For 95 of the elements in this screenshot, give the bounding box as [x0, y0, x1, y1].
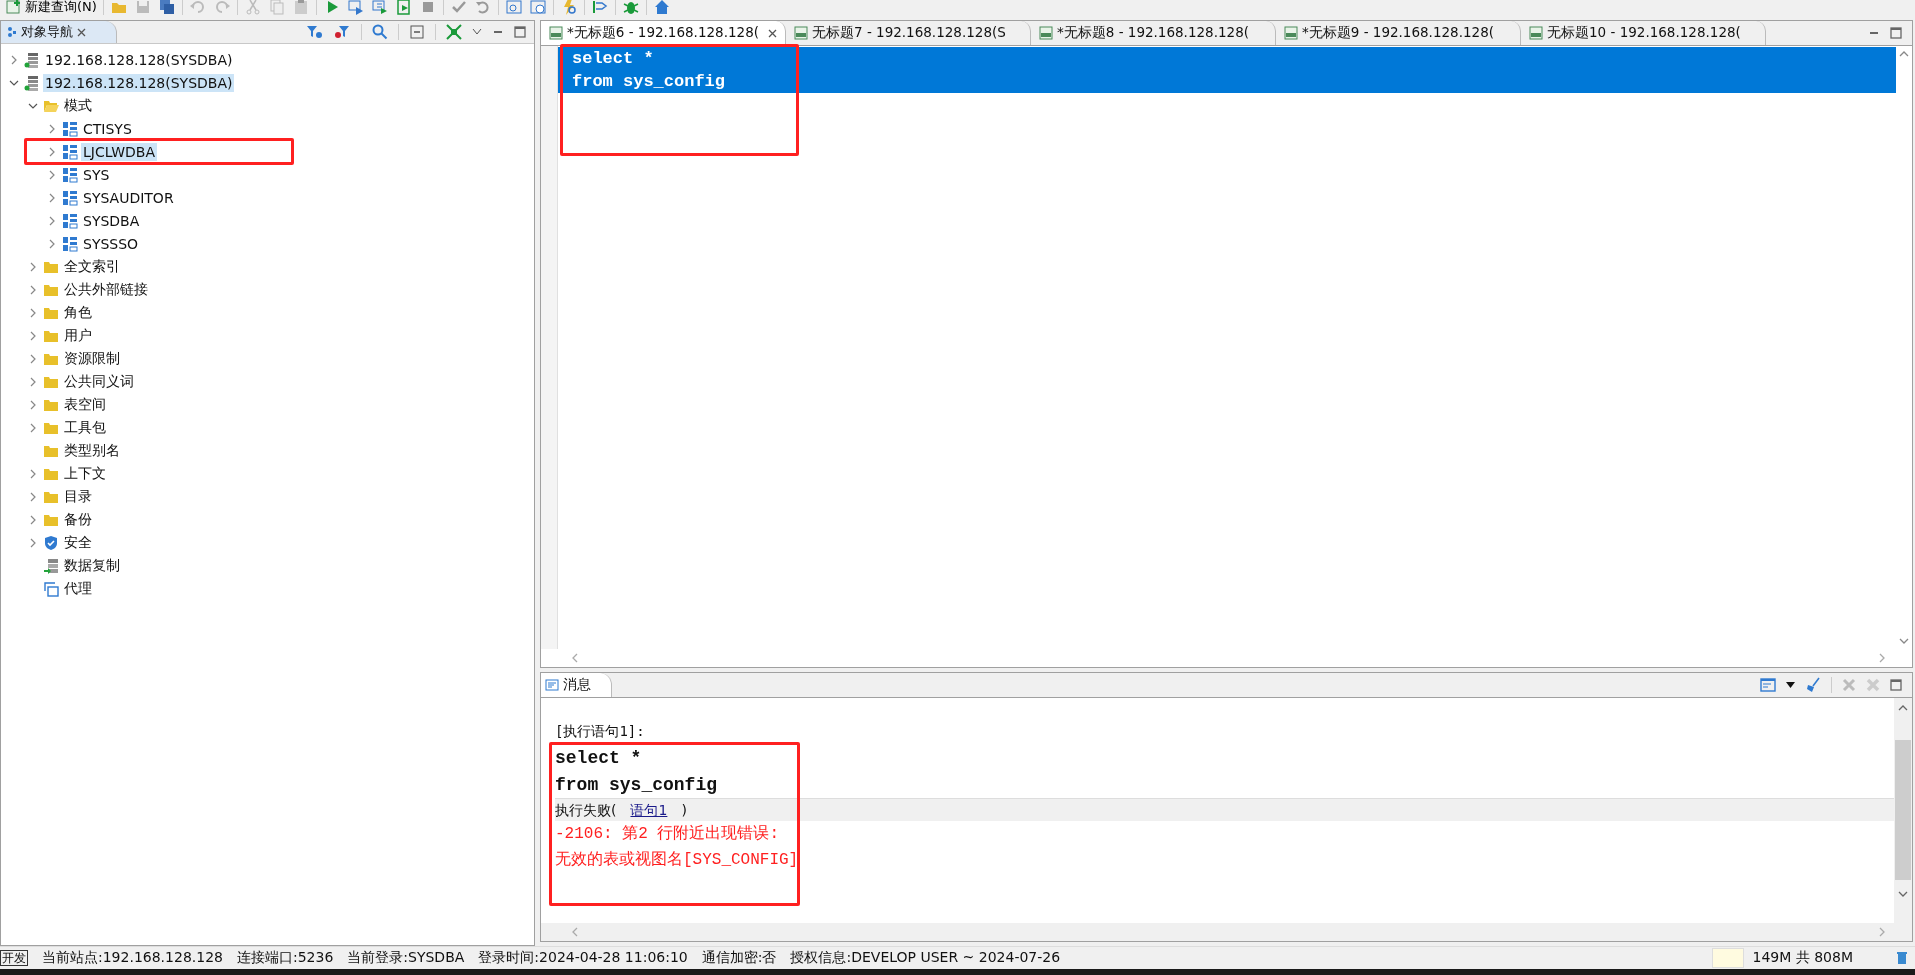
expand-icon[interactable] — [446, 24, 462, 40]
tree-item[interactable]: 公共同义词 — [62, 371, 136, 392]
database-arrow-icon — [43, 557, 59, 574]
grid-icon — [62, 166, 78, 183]
tree-item[interactable]: 上下文 — [62, 463, 108, 484]
rollback-icon[interactable] — [473, 0, 492, 16]
status-item: 授权信息:DEVELOP USER ~ 2024-07-26 — [790, 949, 1061, 967]
status-text: ) — [681, 801, 687, 820]
tree-item[interactable]: 公共外部链接 — [62, 279, 150, 300]
status-item: 当前站点:192.168.128.128 — [42, 949, 223, 967]
tree-item[interactable]: 数据复制 — [62, 555, 122, 576]
tree-item[interactable]: 角色 — [62, 302, 94, 323]
scroll-left-icon[interactable] — [571, 927, 579, 937]
message-line: [执行语句1]: — [555, 722, 646, 741]
grid-icon — [62, 189, 78, 206]
shield-icon — [43, 534, 59, 551]
mode-label: 开发 — [0, 950, 28, 966]
scroll-up-icon[interactable] — [1898, 704, 1908, 712]
scroll-down-icon[interactable] — [1898, 890, 1908, 898]
scroll-right-icon[interactable] — [1878, 653, 1886, 663]
error-message: 无效的表或视图名[SYS_CONFIG] — [555, 850, 800, 871]
editor-tab[interactable]: *无标题6 - 192.168.128.128( — [541, 21, 786, 45]
tree-item[interactable]: 模式 — [62, 95, 94, 116]
server-icon — [24, 74, 40, 91]
tree-item[interactable]: 安全 — [62, 532, 94, 553]
dropdown-icon[interactable] — [1786, 682, 1795, 688]
tree-item[interactable]: CTISYS — [81, 119, 134, 138]
server-icon — [24, 51, 40, 68]
tree-item[interactable]: LJCLWDBA — [81, 142, 158, 161]
tree-item[interactable]: SYSAUDITOR — [81, 188, 176, 207]
navigator-tab[interactable]: 对象导航 — [1, 21, 117, 43]
search-icon[interactable] — [372, 24, 388, 40]
grid-icon — [62, 120, 78, 137]
filter-clear-icon[interactable] — [333, 24, 351, 40]
error-message: -2106: 第2 行附近出现错误: — [555, 824, 780, 845]
bug-icon[interactable] — [621, 0, 640, 16]
collapse-all-icon[interactable] — [409, 24, 425, 40]
tree-item[interactable]: SYSSSO — [81, 234, 141, 253]
tree-item[interactable]: 全文索引 — [62, 256, 122, 277]
maximize-icon[interactable] — [1890, 27, 1902, 39]
tree-item[interactable]: 工具包 — [62, 417, 108, 438]
schedule-icon[interactable] — [528, 0, 547, 16]
messages-tab[interactable]: 消息 — [541, 673, 612, 697]
status-item: 通信加密:否 — [701, 949, 777, 967]
filter-icon[interactable] — [305, 24, 323, 40]
tree-item[interactable]: 192.168.128.128(SYSDBA) — [43, 73, 235, 92]
maximize-icon[interactable] — [1890, 679, 1902, 691]
tree-item[interactable]: 资源限制 — [62, 348, 122, 369]
scroll-right-icon[interactable] — [1878, 927, 1886, 937]
trash-icon[interactable] — [1897, 951, 1907, 965]
close-icon[interactable] — [77, 27, 86, 37]
sql-file-icon — [1039, 26, 1053, 40]
memory-usage: 149M 共 808M — [1752, 949, 1854, 967]
tree-item[interactable]: SYS — [81, 165, 112, 184]
scrollbar-thumb[interactable] — [1895, 740, 1911, 880]
grid-icon — [62, 235, 78, 252]
sql-file-icon — [794, 26, 808, 40]
status-item: 当前登录:SYSDBA — [347, 949, 465, 967]
grid-icon — [62, 143, 78, 160]
tree-item[interactable]: 192.168.128.128(SYSDBA) — [43, 50, 235, 69]
window-icon — [43, 580, 59, 597]
grid-icon — [62, 212, 78, 229]
scroll-down-icon[interactable] — [1899, 637, 1909, 645]
tree-item[interactable]: 用户 — [62, 325, 94, 346]
run-batch-icon[interactable] — [370, 0, 389, 16]
tree-nodes-icon — [7, 26, 17, 38]
tree-item[interactable]: 备份 — [62, 509, 94, 530]
tree-item[interactable]: 表空间 — [62, 394, 108, 415]
message-view-icon[interactable] — [1760, 678, 1776, 692]
statement-link[interactable]: 语句1 — [630, 797, 668, 823]
sql-line: from sys_config — [555, 774, 719, 797]
flow-icon[interactable] — [590, 0, 609, 16]
sql-file-icon — [1284, 26, 1298, 40]
sql-file-icon — [1529, 26, 1543, 40]
status-text: 执行失败( — [555, 801, 617, 820]
message-icon — [545, 679, 559, 691]
run-step-icon[interactable] — [346, 0, 365, 16]
new-query-button[interactable]: 新建查询(N) — [6, 0, 97, 16]
scroll-left-icon[interactable] — [571, 653, 579, 663]
scroll-up-icon[interactable] — [1899, 50, 1909, 58]
broom-icon[interactable] — [1805, 677, 1821, 693]
maximize-icon[interactable] — [514, 26, 526, 38]
status-item: 连接端口:5236 — [236, 949, 334, 967]
view-menu-icon[interactable] — [472, 28, 482, 36]
close-icon[interactable] — [768, 28, 777, 38]
sql-line: select * — [555, 747, 643, 770]
tree-item[interactable]: SYSDBA — [81, 211, 142, 230]
status-item: 登录时间:2024-04-28 11:06:10 — [478, 949, 688, 967]
sql-file-icon — [549, 26, 563, 40]
tree-item[interactable]: 目录 — [62, 486, 94, 507]
tree-item[interactable]: 类型别名 — [62, 440, 122, 461]
tree-item[interactable]: 代理 — [62, 578, 94, 599]
save-all-icon[interactable] — [157, 0, 176, 16]
plan-icon[interactable] — [504, 0, 523, 16]
export-icon[interactable] — [394, 0, 413, 16]
